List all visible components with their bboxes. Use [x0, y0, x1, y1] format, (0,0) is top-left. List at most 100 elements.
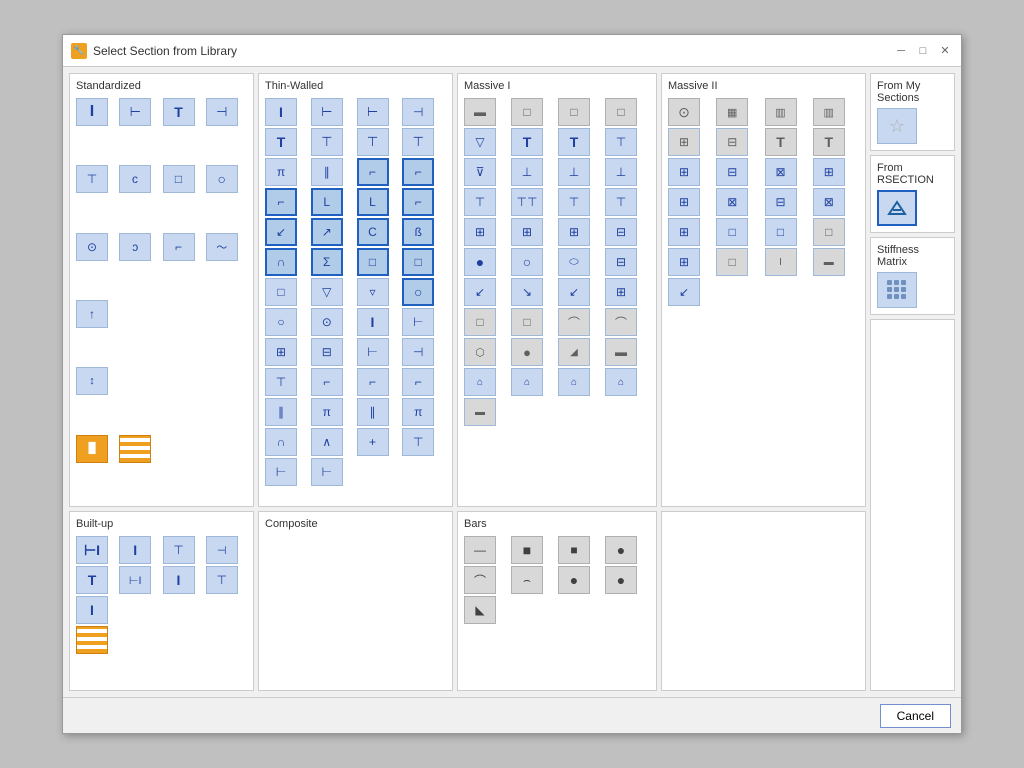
tw-icon[interactable]: ▿ [357, 278, 389, 306]
mi-icon[interactable]: ⬭ [558, 248, 590, 276]
stiffness-matrix-icon[interactable] [877, 272, 917, 308]
rsection-icon-button[interactable] [877, 190, 917, 226]
tw-icon[interactable]: π [265, 158, 297, 186]
mi-icon[interactable]: ⬡ [464, 338, 496, 366]
mi-icon[interactable]: □ [605, 98, 637, 126]
tw-icon[interactable]: ⌐ [265, 188, 297, 216]
tw-icon[interactable]: ↗ [311, 218, 343, 246]
mii-icon[interactable]: T [813, 128, 845, 156]
mi-icon[interactable]: ⌂ [464, 368, 496, 396]
mii-icon[interactable]: ⊠ [765, 158, 797, 186]
mii-icon[interactable]: □ [813, 218, 845, 246]
tw-icon[interactable]: ⊢ [357, 98, 389, 126]
star-icon-button[interactable]: ☆ [877, 108, 917, 144]
tw-icon[interactable]: ß [402, 218, 434, 246]
bar-icon[interactable]: ⌢ [511, 566, 543, 594]
bu-icon-stripe[interactable] [76, 626, 108, 654]
bu-icon[interactable]: T [76, 566, 108, 594]
tw-icon[interactable]: ⊣ [402, 98, 434, 126]
mii-icon[interactable]: ⊟ [716, 158, 748, 186]
mi-icon[interactable]: ○ [511, 248, 543, 276]
mi-icon[interactable]: ⊤ [558, 188, 590, 216]
mii-icon[interactable]: ⊟ [716, 128, 748, 156]
minimize-button[interactable]: ─ [893, 43, 909, 59]
tw-icon[interactable]: ⊢ [357, 338, 389, 366]
tw-icon[interactable]: ⌐ [402, 158, 434, 186]
tw-icon[interactable]: ⌐ [402, 368, 434, 396]
mi-icon[interactable]: ⊥ [558, 158, 590, 186]
bar-icon[interactable]: ● [558, 566, 590, 594]
section-icon-orange[interactable]: █ [76, 435, 108, 463]
mii-icon[interactable]: ⊠ [813, 188, 845, 216]
bu-icon[interactable]: I [119, 536, 151, 564]
mi-icon[interactable]: ⊥ [511, 158, 543, 186]
tw-icon[interactable]: ⊤ [402, 428, 434, 456]
mi-icon[interactable]: ◢ [558, 338, 590, 366]
section-icon[interactable]: ↄ [119, 165, 151, 193]
tw-icon[interactable]: ⊢ [311, 458, 343, 486]
bu-icon[interactable]: ⊤ [163, 536, 195, 564]
bar-icon[interactable]: ● [605, 566, 637, 594]
mi-icon[interactable]: ⌂ [511, 368, 543, 396]
tw-icon[interactable]: ⊢ [402, 308, 434, 336]
mi-icon[interactable]: ▬ [464, 98, 496, 126]
section-icon[interactable]: ～ [206, 233, 238, 261]
mi-icon[interactable]: ▬ [605, 338, 637, 366]
mii-icon[interactable]: ▦ [716, 98, 748, 126]
tw-icon[interactable]: ⊤ [311, 128, 343, 156]
mi-icon[interactable]: ⊞ [605, 278, 637, 306]
tw-icon[interactable]: ⊤ [265, 368, 297, 396]
mii-icon[interactable]: ⊞ [668, 188, 700, 216]
bu-icon[interactable]: ⊢I [119, 566, 151, 594]
tw-icon[interactable]: Σ [311, 248, 343, 276]
tw-icon[interactable]: ⌐ [357, 368, 389, 396]
tw-icon[interactable]: □ [357, 248, 389, 276]
mii-icon[interactable]: ⊞ [668, 218, 700, 246]
section-icon[interactable]: ○ [206, 165, 238, 193]
tw-icon[interactable]: ⊙ [311, 308, 343, 336]
mii-icon[interactable]: T [765, 128, 797, 156]
mii-icon[interactable]: ⊞ [668, 248, 700, 276]
mii-icon[interactable]: □ [716, 248, 748, 276]
mii-icon[interactable]: I [765, 248, 797, 276]
mi-icon[interactable]: T [511, 128, 543, 156]
section-icon[interactable]: ⊙ [76, 233, 108, 261]
tw-icon-selected2[interactable]: ○ [402, 278, 434, 306]
section-icon[interactable]: I [76, 98, 108, 126]
mi-icon[interactable]: ⊟ [605, 248, 637, 276]
close-button[interactable]: ✕ [937, 43, 953, 59]
mi-icon[interactable]: ▬ [464, 398, 496, 426]
tw-icon[interactable]: □ [402, 248, 434, 276]
mi-icon[interactable]: ↙ [558, 278, 590, 306]
tw-icon[interactable]: C [357, 218, 389, 246]
section-icon[interactable]: T [163, 98, 195, 126]
tw-icon[interactable]: L [311, 188, 343, 216]
mi-icon[interactable]: ⊞ [558, 218, 590, 246]
section-icon[interactable]: ↑ [76, 300, 108, 328]
bar-icon[interactable]: ◣ [464, 596, 496, 624]
bar-icon[interactable]: ⌒ [464, 566, 496, 594]
section-icon[interactable]: ↄ [119, 233, 151, 261]
tw-icon[interactable]: ○ [265, 308, 297, 336]
mi-icon[interactable]: ⊤ [464, 188, 496, 216]
tw-icon[interactable]: ⊤ [357, 128, 389, 156]
mi-icon[interactable]: ● [511, 338, 543, 366]
mi-icon[interactable]: ↙ [464, 278, 496, 306]
tw-icon[interactable]: ⌐ [402, 188, 434, 216]
section-icon[interactable]: ↕ [76, 367, 108, 395]
bu-icon[interactable]: ⊢I [76, 536, 108, 564]
mii-icon[interactable]: ⊟ [765, 188, 797, 216]
mi-icon[interactable]: ⊽ [464, 158, 496, 186]
tw-icon[interactable]: ⊞ [265, 338, 297, 366]
bar-icon[interactable]: ● [605, 536, 637, 564]
mii-icon[interactable]: ⊠ [716, 188, 748, 216]
tw-icon[interactable]: ⊤ [402, 128, 434, 156]
tw-icon[interactable]: ∥ [311, 158, 343, 186]
mi-icon[interactable]: □ [558, 98, 590, 126]
section-icon-stripe[interactable] [119, 435, 151, 463]
mi-icon[interactable]: ⊞ [511, 218, 543, 246]
mi-icon[interactable]: ⊟ [605, 218, 637, 246]
mi-icon[interactable]: □ [511, 308, 543, 336]
tw-icon[interactable]: ∧ [311, 428, 343, 456]
mii-icon[interactable]: ⊞ [668, 128, 700, 156]
